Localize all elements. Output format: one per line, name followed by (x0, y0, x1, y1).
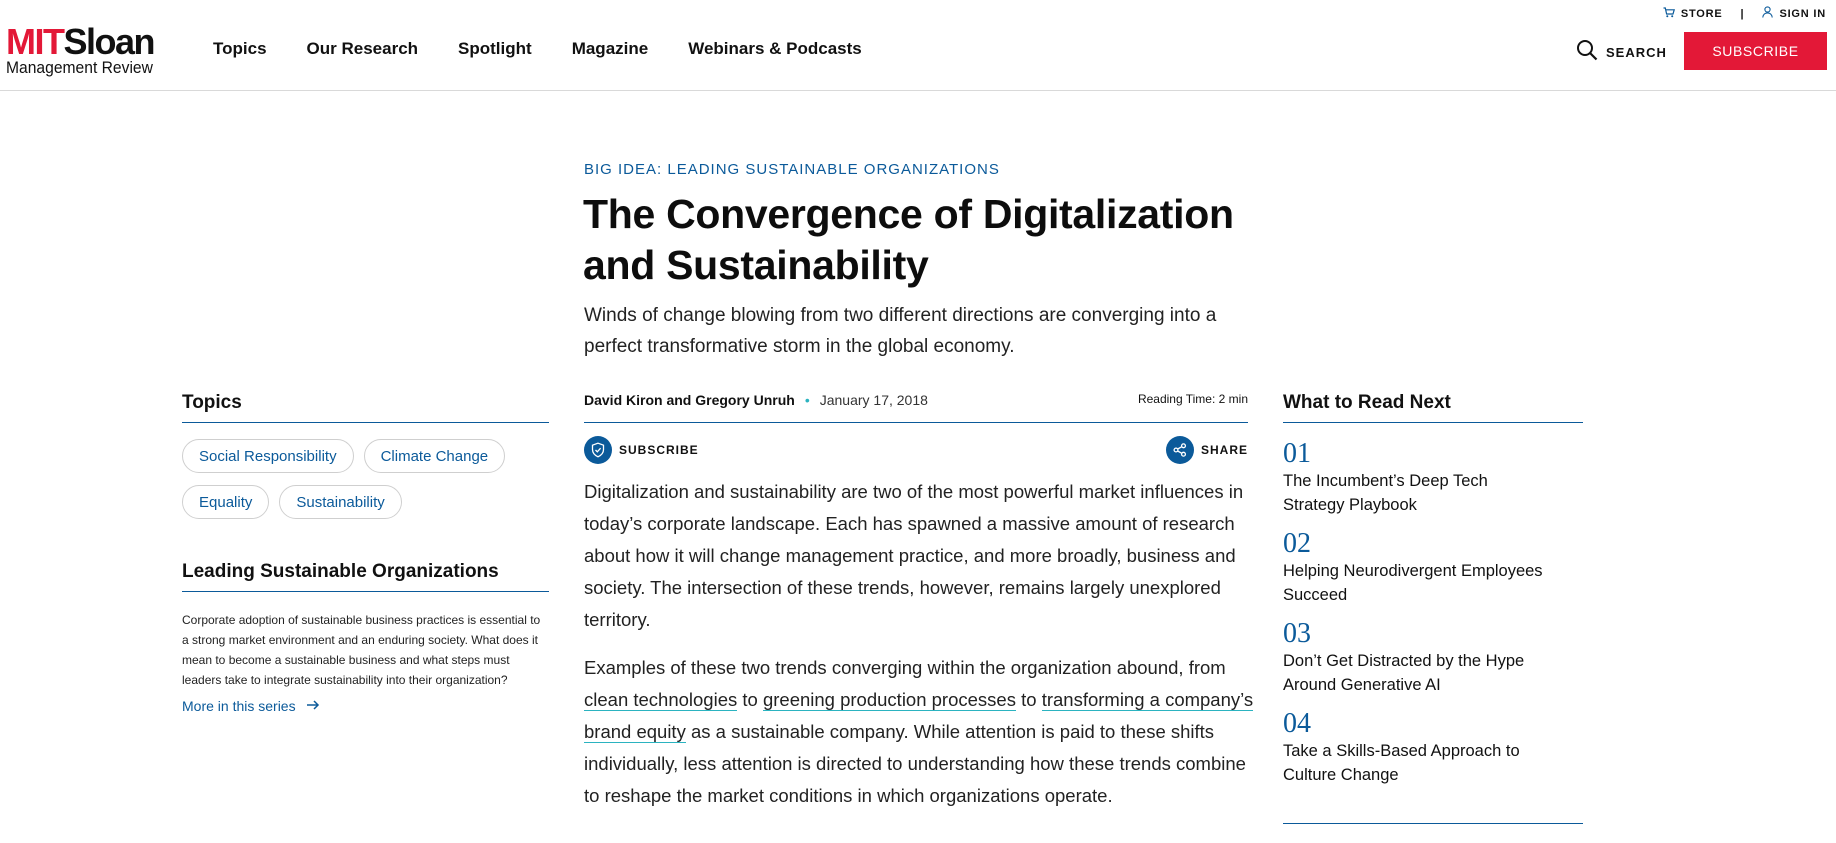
user-icon (1762, 6, 1774, 21)
more-in-series-link[interactable]: More in this series (182, 698, 549, 714)
search-button[interactable]: SEARCH (1576, 39, 1667, 66)
read-next-title: The Incumbent’s Deep Tech Strategy Playb… (1283, 472, 1488, 514)
nav-spotlight[interactable]: Spotlight (458, 39, 532, 59)
store-link[interactable]: STORE (1663, 6, 1723, 21)
byline-dot: • (804, 392, 810, 408)
article-authors[interactable]: David Kiron and Gregory Unruh (584, 392, 795, 408)
share-icon (1165, 436, 1194, 464)
utility-links: STORE | SIGN IN (1663, 6, 1826, 21)
read-next-number: 04 (1283, 708, 1311, 739)
read-next-number: 03 (1283, 618, 1311, 649)
shield-icon (584, 436, 612, 464)
nav-our-research[interactable]: Our Research (307, 39, 419, 59)
search-icon (1576, 39, 1598, 66)
reading-time: Reading Time: 2 min (1137, 392, 1248, 406)
search-label: SEARCH (1606, 45, 1667, 60)
read-next-title: Helping Neurodivergent Employees Succeed (1283, 562, 1543, 604)
article-kicker[interactable]: BIG IDEA: LEADING SUSTAINABLE ORGANIZATI… (584, 161, 1000, 178)
read-next-title: Take a Skills-Based Approach to Culture … (1283, 742, 1520, 784)
signin-link[interactable]: SIGN IN (1762, 6, 1826, 21)
article-paragraph-2: Examples of these two trends converging … (584, 652, 1254, 812)
article-title: The Convergence of Digitalization and Su… (583, 191, 1234, 288)
read-next-number: 02 (1283, 528, 1311, 559)
p2-text-to-1: to (737, 689, 763, 710)
signin-label: SIGN IN (1779, 7, 1826, 20)
main-nav: Topics Our Research Spotlight Magazine W… (213, 39, 862, 59)
logo-sloan: Sloan (63, 21, 155, 62)
link-clean-technologies[interactable]: clean technologies (584, 689, 738, 711)
article-subscribe-button[interactable]: SUBSCRIBE (584, 436, 699, 464)
byline: David Kiron and Gregory Unruh • January … (584, 392, 1248, 423)
series-description: Corporate adoption of sustainable busine… (182, 613, 541, 687)
logo-wordmark: MITSloan (6, 24, 171, 60)
article-body: Digitalization and sustainability are tw… (584, 476, 1254, 828)
article-paragraph-1: Digitalization and sustainability are tw… (584, 481, 1244, 630)
share-label: SHARE (1200, 443, 1248, 457)
series-heading[interactable]: Leading Sustainable Organizations (182, 561, 549, 592)
read-next-item[interactable]: 04 Take a Skills-Based Approach to Cultu… (1283, 709, 1583, 787)
tag-sustainability[interactable]: Sustainability (279, 485, 402, 519)
left-sidebar: Topics Social Responsibility Climate Cha… (182, 392, 549, 714)
store-label: STORE (1680, 7, 1723, 20)
article-dek: Winds of change blowing from two differe… (584, 305, 1217, 357)
topics-heading: Topics (182, 392, 549, 423)
arrow-right-icon (306, 698, 320, 714)
topic-tags: Social Responsibility Climate Change Equ… (182, 439, 549, 519)
more-in-series-label: More in this series (182, 698, 296, 714)
read-next-heading: What to Read Next (1283, 392, 1583, 423)
logo-subtitle: Management Review (6, 58, 153, 77)
cart-icon (1663, 6, 1675, 21)
util-separator: | (1740, 7, 1745, 20)
article-date: January 17, 2018 (819, 392, 928, 408)
share-button[interactable]: SHARE (1165, 436, 1248, 464)
read-next-title: Don’t Get Distracted by the Hype Around … (1283, 652, 1525, 694)
tag-social-responsibility[interactable]: Social Responsibility (182, 439, 354, 473)
logo-mit: MIT (6, 21, 65, 62)
right-sidebar: What to Read Next 01 The Incumbent’s Dee… (1283, 392, 1583, 799)
article-subscribe-label: SUBSCRIBE (619, 443, 699, 457)
tag-equality[interactable]: Equality (182, 485, 270, 519)
tag-climate-change[interactable]: Climate Change (363, 439, 506, 473)
read-next-list: 01 The Incumbent’s Deep Tech Strategy Pl… (1283, 439, 1583, 787)
nav-magazine[interactable]: Magazine (572, 39, 649, 59)
nav-webinars-podcasts[interactable]: Webinars & Podcasts (688, 39, 862, 59)
read-next-item[interactable]: 02 Helping Neurodivergent Employees Succ… (1283, 529, 1583, 607)
article-actions: SUBSCRIBE SHARE (584, 436, 1248, 466)
site-header: MITSloan Management Review Topics Our Re… (0, 0, 1836, 91)
read-next-item[interactable]: 01 The Incumbent’s Deep Tech Strategy Pl… (1283, 439, 1583, 517)
site-logo[interactable]: MITSloan Management Review (6, 24, 171, 77)
link-greening-production[interactable]: greening production processes (762, 689, 1016, 711)
read-next-number: 01 (1283, 438, 1311, 469)
series-box: Leading Sustainable Organizations Corpor… (182, 561, 549, 714)
read-next-bottom-rule (1283, 823, 1583, 824)
p2-text-start: Examples of these two trends converging … (584, 657, 1226, 678)
subscribe-button[interactable]: SUBSCRIBE (1684, 32, 1827, 70)
p2-text-to-2: to (1015, 689, 1042, 710)
read-next-item[interactable]: 03 Don’t Get Distracted by the Hype Arou… (1283, 619, 1583, 697)
nav-topics[interactable]: Topics (213, 39, 267, 59)
